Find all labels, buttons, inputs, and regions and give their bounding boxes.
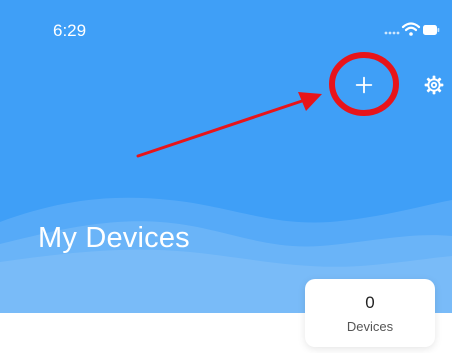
- battery-icon: [423, 25, 440, 35]
- devices-count: 0: [365, 293, 375, 312]
- status-time: 6:29: [53, 21, 87, 40]
- page-title: My Devices: [38, 222, 190, 254]
- add-device-button[interactable]: [341, 62, 387, 108]
- gear-icon: [424, 75, 444, 95]
- devices-summary-card[interactable]: 0 Devices: [305, 279, 435, 347]
- plus-icon: [355, 76, 373, 94]
- signal-dots-icon: [384, 31, 400, 35]
- app-screen: 6:29 My Devices 0 Devices: [0, 0, 452, 353]
- status-icons: [384, 22, 440, 36]
- wifi-icon: [401, 22, 421, 36]
- header-banner: 6:29 My Devices: [0, 0, 452, 313]
- settings-button[interactable]: [421, 72, 447, 98]
- wave-decoration: [0, 197, 452, 313]
- devices-label: Devices: [346, 319, 394, 334]
